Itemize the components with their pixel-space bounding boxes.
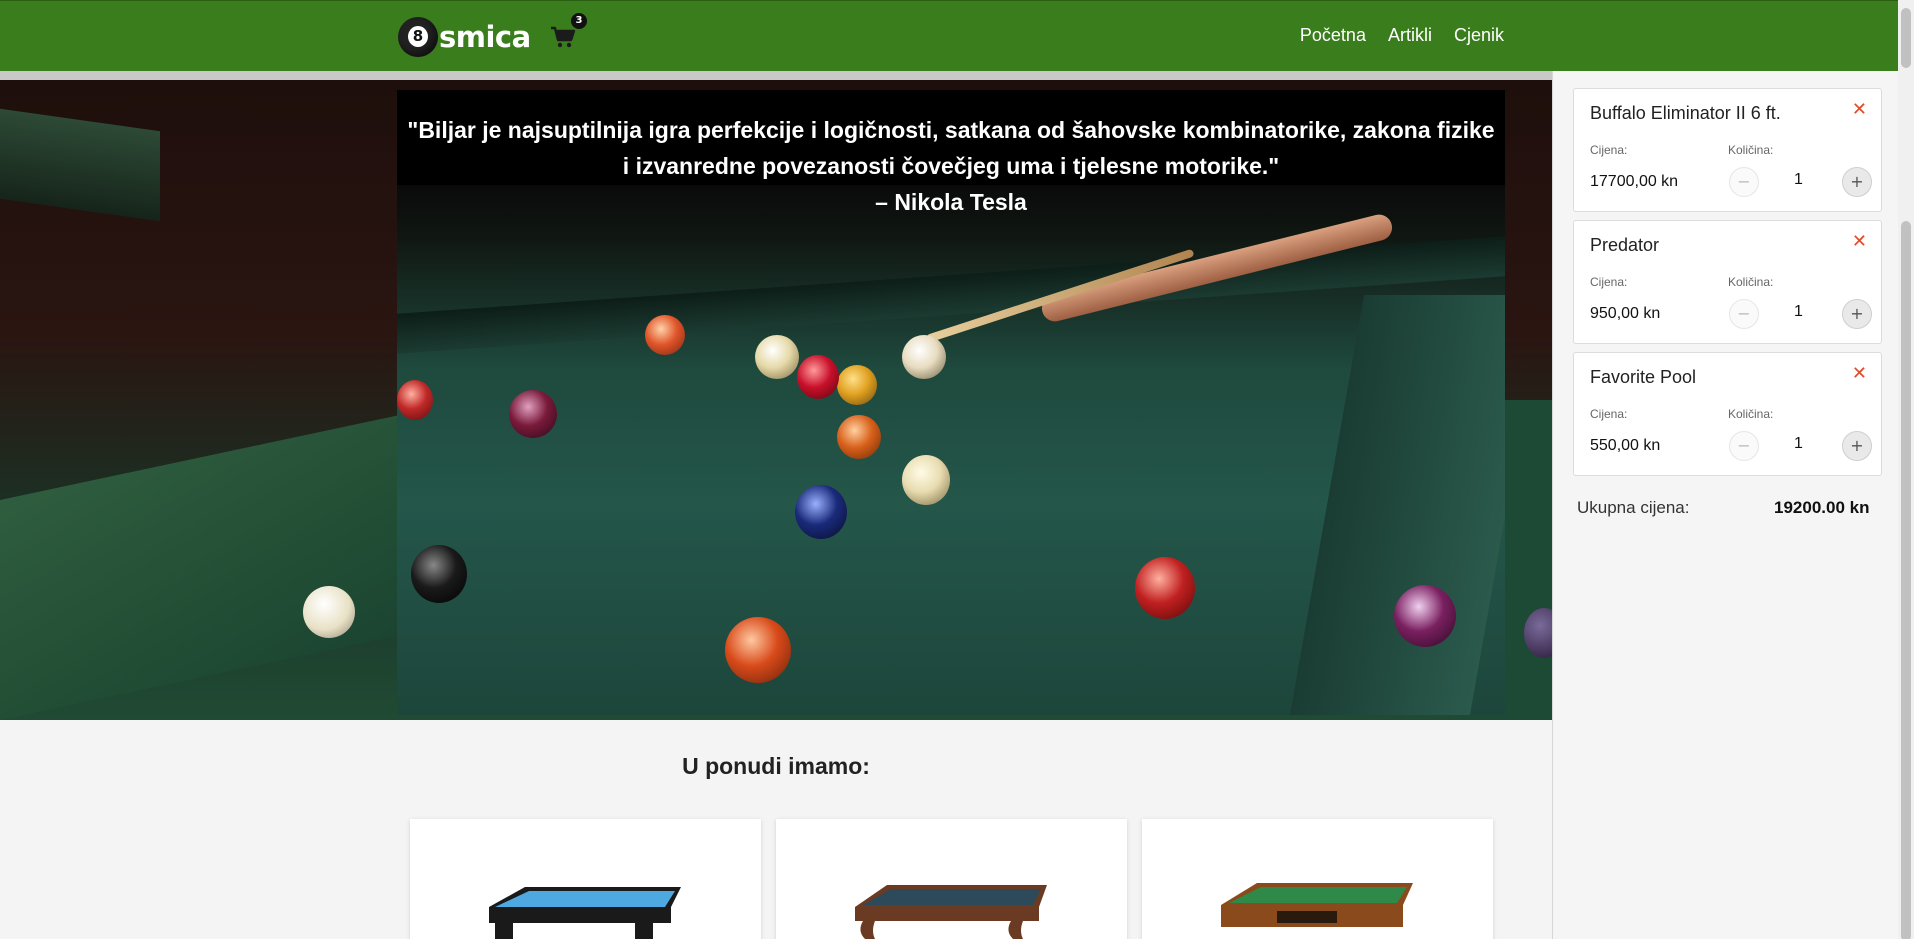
- logo-digit: 8: [408, 26, 428, 47]
- product-card[interactable]: [410, 819, 761, 939]
- main-nav: Početna Artikli Cjenik: [1278, 25, 1504, 46]
- top-navbar: 8 smica 3 Početna Artikli Cjenik: [0, 0, 1914, 71]
- decrease-quantity-button[interactable]: −: [1729, 431, 1759, 461]
- sidebar-scrollbar[interactable]: [1898, 71, 1914, 939]
- product-image[interactable]: [1217, 835, 1417, 939]
- cart-count-badge: 3: [571, 13, 587, 29]
- ball: [645, 315, 685, 355]
- eight-ball-icon: 8: [398, 17, 438, 57]
- ball: [755, 335, 799, 379]
- ball: [902, 455, 950, 505]
- remove-item-icon[interactable]: ✕: [1852, 363, 1867, 384]
- ball: [411, 545, 467, 603]
- scrollbar-top: [1898, 0, 1914, 71]
- ball: [837, 365, 877, 405]
- header-divider: [0, 71, 1552, 80]
- price-label: Cijena:: [1590, 275, 1628, 289]
- cart-item-quantity: 1: [1794, 303, 1803, 320]
- increase-quantity-button[interactable]: +: [1842, 431, 1872, 461]
- ball: [1135, 557, 1195, 619]
- quantity-label: Količina:: [1728, 143, 1774, 157]
- ball: [902, 335, 946, 379]
- logo-text: smica: [439, 20, 531, 54]
- nav-pocetna[interactable]: Početna: [1300, 25, 1366, 46]
- ball: [509, 390, 557, 438]
- product-card[interactable]: [1142, 819, 1493, 939]
- cart-item: Favorite Pool ✕ Cijena: Količina: 550,00…: [1573, 352, 1882, 476]
- nav-cjenik[interactable]: Cjenik: [1454, 25, 1504, 46]
- quantity-label: Količina:: [1728, 407, 1774, 421]
- pool-table-image: [489, 887, 681, 939]
- pool-table-image: [855, 885, 1047, 939]
- quote-author: – Nikola Tesla: [875, 189, 1027, 215]
- decrease-quantity-button[interactable]: −: [1729, 299, 1759, 329]
- cart-item-quantity: 1: [1794, 435, 1803, 452]
- cart-item: Predator ✕ Cijena: Količina: 950,00 kn −…: [1573, 220, 1882, 344]
- cart-item-price: 550,00 kn: [1590, 437, 1661, 454]
- total-price-value: 19200.00 kn: [1774, 498, 1870, 517]
- ball: [795, 485, 847, 539]
- billiards-photo: [397, 185, 1505, 715]
- ball: [725, 617, 791, 683]
- nav-artikli[interactable]: Artikli: [1388, 25, 1432, 46]
- cart-item-name: Predator: [1590, 235, 1660, 255]
- increase-quantity-button[interactable]: +: [1842, 299, 1872, 329]
- cart-item-name: Buffalo Eliminator II 6 ft.: [1590, 103, 1781, 123]
- ball: [397, 380, 433, 420]
- product-card[interactable]: [776, 819, 1127, 939]
- product-image[interactable]: [485, 835, 685, 939]
- hero-quote-panel: "Biljar je najsuptilnija igra perfekcije…: [397, 90, 1505, 715]
- hero-bg-rail: [0, 108, 160, 222]
- cart-item-name: Favorite Pool: [1590, 367, 1697, 387]
- price-label: Cijena:: [1590, 143, 1628, 157]
- ball: [797, 355, 839, 399]
- ball: [837, 415, 881, 459]
- remove-item-icon[interactable]: ✕: [1852, 231, 1867, 252]
- increase-quantity-button[interactable]: +: [1842, 167, 1872, 197]
- hero-bg-ball: [303, 586, 355, 638]
- shopping-cart-icon[interactable]: [550, 25, 576, 49]
- ball: [1394, 585, 1456, 647]
- pool-table-image: [1221, 883, 1413, 927]
- product-image[interactable]: [851, 835, 1051, 939]
- hero-quote: "Biljar je najsuptilnija igra perfekcije…: [397, 112, 1505, 220]
- cart-item-quantity: 1: [1794, 171, 1803, 188]
- section-title: U ponudi imamo:: [682, 753, 870, 779]
- hero-bg-felt: [0, 410, 420, 720]
- quantity-label: Količina:: [1728, 275, 1774, 289]
- remove-item-icon[interactable]: ✕: [1852, 99, 1867, 120]
- total-price-label: Ukupna cijena:: [1577, 498, 1690, 517]
- price-label: Cijena:: [1590, 407, 1628, 421]
- decrease-quantity-button[interactable]: −: [1729, 167, 1759, 197]
- cart-item-price: 950,00 kn: [1590, 305, 1661, 322]
- cart-item: Buffalo Eliminator II 6 ft. ✕ Cijena: Ko…: [1573, 88, 1882, 212]
- cart-item-price: 17700,00 kn: [1590, 173, 1679, 190]
- logo[interactable]: 8 smica: [398, 17, 531, 57]
- quote-text: "Biljar je najsuptilnija igra perfekcije…: [407, 117, 1495, 179]
